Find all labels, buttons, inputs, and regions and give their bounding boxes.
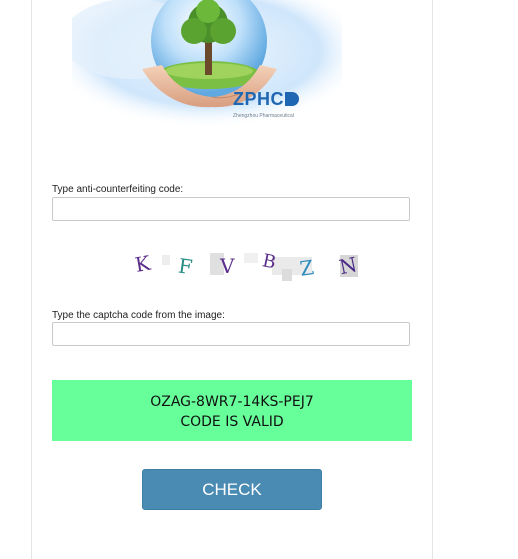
result-status: CODE IS VALID: [180, 414, 284, 430]
code-input[interactable]: [52, 197, 410, 221]
captcha-image: K F V B Z N: [102, 249, 362, 283]
result-banner: OZAG-8WR7-14KS-PEJ7 CODE IS VALID: [52, 380, 412, 441]
code-label: Type anti-counterfeiting code:: [52, 184, 184, 195]
brand-tagline: Zhengzhou Pharmaceutical: [233, 113, 294, 119]
verification-card: ZPHC Zhengzhou Pharmaceutical Type anti-…: [31, 0, 433, 559]
captcha-label: Type the captcha code from the image:: [52, 310, 225, 321]
logo-mark-icon: [285, 92, 299, 106]
captcha-input[interactable]: [52, 322, 410, 346]
hero-globe-image: [72, 0, 342, 129]
result-code: OZAG-8WR7-14KS-PEJ7: [150, 394, 314, 410]
brand-logo: ZPHC: [233, 89, 299, 110]
check-button[interactable]: CHECK: [142, 469, 322, 510]
captcha-char: V: [219, 254, 235, 278]
